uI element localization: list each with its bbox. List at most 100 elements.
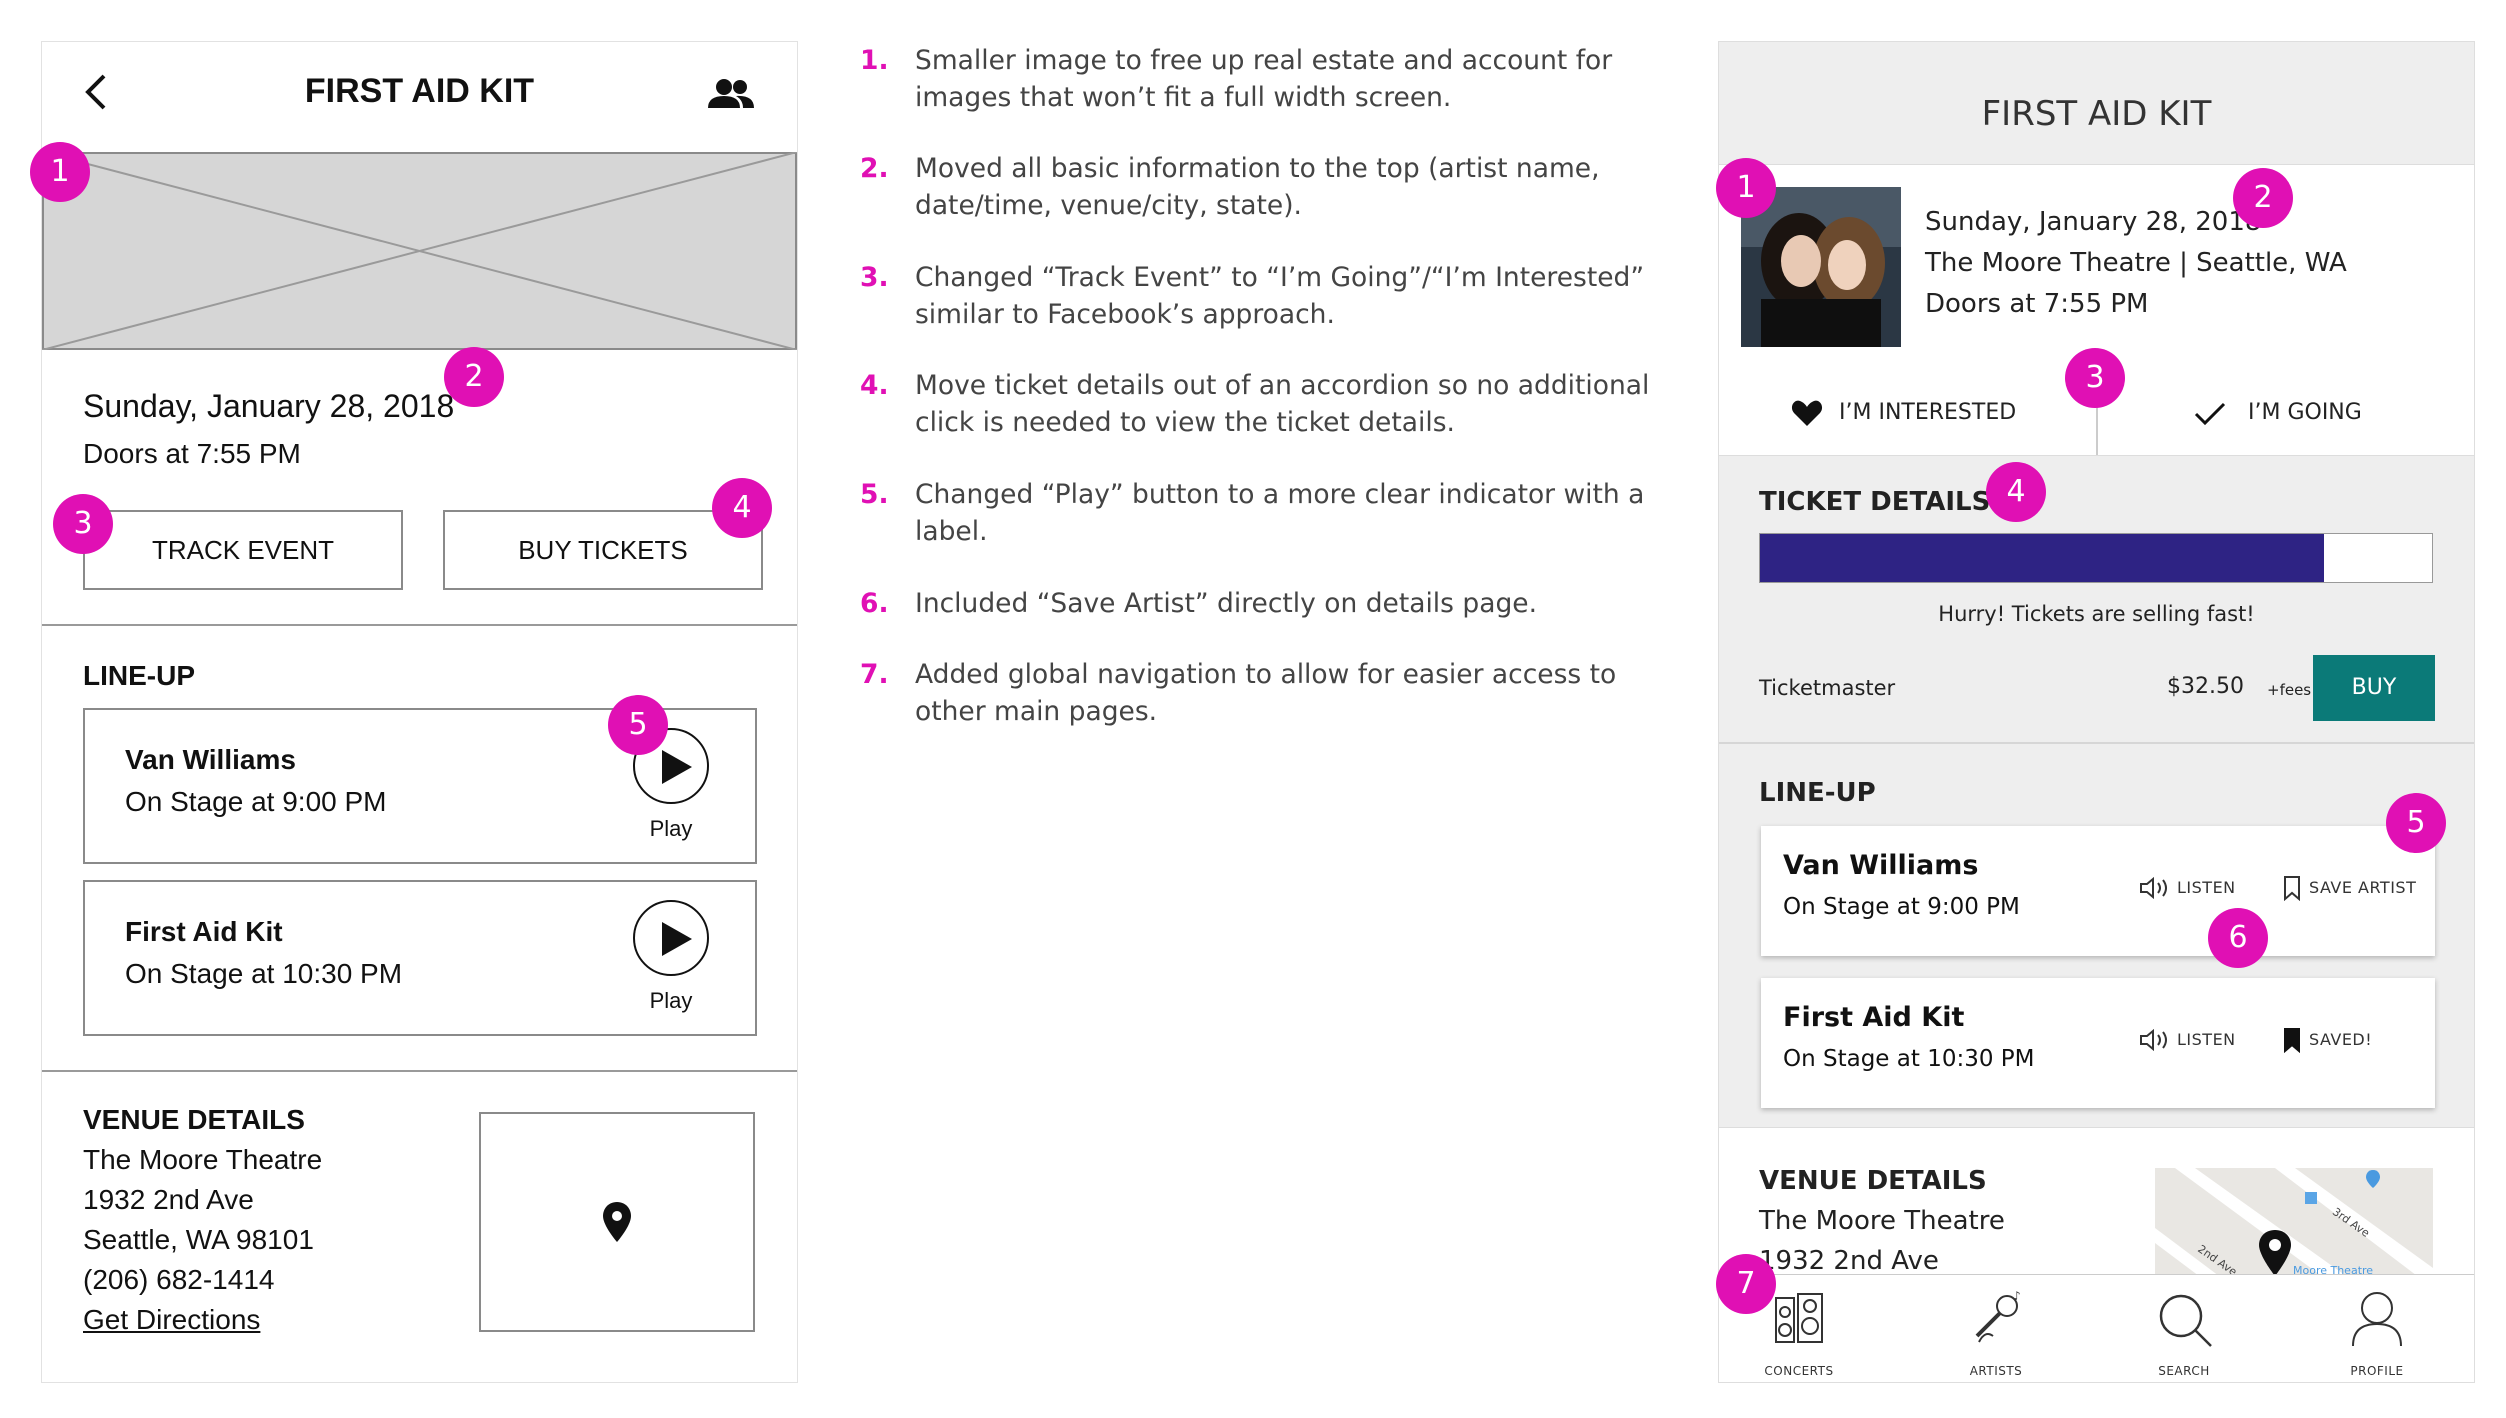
venue-line: 1932 2nd Ave	[83, 1184, 254, 1215]
note-text: Move ticket details out of an accordion …	[915, 370, 1650, 438]
annotation-badge: 5	[608, 695, 668, 755]
note-text: Included “Save Artist” directly on detai…	[915, 588, 1538, 619]
note-number: 4.	[860, 370, 889, 401]
search-icon[interactable]	[2157, 1292, 2213, 1348]
wire-doors: Doors at 7:55 PM	[83, 438, 301, 469]
mock-doors: Doors at 7:55 PM	[1925, 289, 2149, 319]
heart-icon	[1791, 400, 1823, 426]
artist-name: First Aid Kit	[1783, 1002, 1965, 1033]
mock-title: FIRST AID KIT	[1981, 94, 2212, 134]
check-icon	[2194, 402, 2226, 426]
stage-time: On Stage at 10:30 PM	[1783, 1046, 2035, 1072]
stage-time: On Stage at 9:00 PM	[125, 786, 387, 817]
divider	[1719, 742, 2474, 744]
venue-line: The Moore Theatre	[1759, 1206, 2005, 1236]
play-icon[interactable]	[633, 900, 709, 976]
venue-line: (206) 682-1414	[83, 1264, 275, 1295]
note-item: 5. Changed “Play” button to a more clear …	[860, 476, 1650, 550]
track-event-button[interactable]: TRACK EVENT	[83, 510, 403, 590]
profile-icon[interactable]	[2349, 1290, 2405, 1348]
going-button[interactable]: I’M GOING	[2098, 369, 2474, 455]
artist-name: Van Williams	[125, 744, 296, 775]
annotation-badge: 4	[712, 478, 772, 538]
annotation-badge: 7	[1716, 1254, 1776, 1314]
annotation-badge: 4	[1986, 462, 2046, 522]
svg-text:♪: ♪	[2013, 1290, 2021, 1303]
mock-venue-city: The Moore Theatre | Seattle, WA	[1925, 248, 2347, 278]
save-artist-label[interactable]: SAVE ARTIST	[2309, 878, 2416, 897]
divider	[42, 1070, 797, 1072]
venue-map[interactable]: 2nd Ave 3rd Ave Moore Theatre	[2155, 1168, 2433, 1288]
wireframe-screen: FIRST AID KIT Sunday, January 28, 2018 D…	[41, 41, 798, 1383]
lineup-card: First Aid Kit On Stage at 10:30 PM LISTE…	[1761, 978, 2435, 1108]
get-directions-link[interactable]: Get Directions	[83, 1304, 260, 1336]
annotation-badge: 1	[1716, 158, 1776, 218]
annotation-badge: 2	[2233, 168, 2293, 228]
note-text: Moved all basic information to the top (…	[915, 153, 1600, 221]
note-text: Smaller image to free up real estate and…	[915, 45, 1613, 113]
annotation-badge: 2	[444, 347, 504, 407]
note-item: 4. Move ticket details out of an accordio…	[860, 367, 1650, 441]
ticket-sales-progress	[1759, 533, 2433, 583]
stage-time: On Stage at 10:30 PM	[125, 958, 403, 989]
ticket-details-title: TICKET DETAILS	[1759, 487, 1991, 517]
note-text: Added global navigation to allow for eas…	[915, 659, 1617, 727]
note-number: 3.	[860, 262, 889, 293]
map-pin-icon	[2259, 1230, 2291, 1276]
note-item: 2. Moved all basic information to the top…	[860, 150, 1650, 224]
note-number: 1.	[860, 45, 889, 76]
mock-venue-title: VENUE DETAILS	[1759, 1166, 1987, 1196]
event-info-section: Sunday, January 28, 2018 The Moore Theat…	[1719, 164, 2474, 370]
wire-date: Sunday, January 28, 2018	[83, 388, 455, 424]
nav-concerts[interactable]: CONCERTS	[1724, 1364, 1874, 1378]
speaker-icon[interactable]	[2139, 1029, 2173, 1051]
listen-label[interactable]: LISTEN	[2177, 1030, 2236, 1049]
stage-time: On Stage at 9:00 PM	[1783, 894, 2020, 920]
note-item: 7. Added global navigation to allow for e…	[860, 656, 1650, 730]
nav-profile[interactable]: PROFILE	[2302, 1364, 2452, 1378]
ticket-price: $32.50	[2167, 674, 2244, 699]
listen-label[interactable]: LISTEN	[2177, 878, 2236, 897]
speaker-icon[interactable]	[2139, 877, 2173, 899]
mock-lineup-title: LINE-UP	[1759, 778, 1876, 808]
mockup-screen: FIRST AID KIT Sunday, January 28, 2018 T…	[1718, 41, 2475, 1383]
group-icon[interactable]	[706, 78, 756, 110]
bookmark-outline-icon[interactable]	[2283, 875, 2301, 901]
ticket-fees: +fees	[2267, 681, 2312, 699]
nav-artists[interactable]: ARTISTS	[1921, 1364, 2071, 1378]
note-text: Changed “Play” button to a more clear in…	[915, 479, 1645, 547]
map-placeholder[interactable]	[479, 1112, 755, 1332]
interested-button[interactable]: I’M INTERESTED	[1719, 369, 2096, 455]
nav-search[interactable]: SEARCH	[2109, 1364, 2259, 1378]
venue-line: Seattle, WA 98101	[83, 1224, 314, 1255]
saved-label[interactable]: SAVED!	[2309, 1030, 2372, 1049]
selling-fast-text: Hurry! Tickets are selling fast!	[1938, 602, 2255, 626]
lineup-card: Van Williams On Stage at 9:00 PM LISTEN …	[1761, 826, 2435, 956]
note-number: 5.	[860, 479, 889, 510]
concerts-speaker-icon[interactable]	[1774, 1292, 1824, 1346]
wire-title: FIRST AID KIT	[304, 72, 535, 110]
annotation-badge: 6	[2208, 908, 2268, 968]
map-pin-icon	[603, 1202, 631, 1242]
artists-microphone-icon[interactable]: ♪	[1969, 1290, 2025, 1346]
going-label: I’M GOING	[2248, 400, 2362, 425]
play-label: Play	[649, 816, 693, 841]
annotation-badge: 3	[53, 494, 113, 554]
note-number: 7.	[860, 659, 889, 690]
note-item: 1. Smaller image to free up real estate a…	[860, 42, 1650, 116]
annotation-badge: 3	[2065, 348, 2125, 408]
image-placeholder	[42, 152, 797, 350]
artist-name: Van Williams	[1783, 850, 1979, 881]
bookmark-filled-icon[interactable]	[2283, 1027, 2301, 1053]
interested-label: I’M INTERESTED	[1839, 400, 2017, 425]
annotation-badge: 1	[30, 142, 90, 202]
note-item: 3. Changed “Track Event” to “I’m Going”/“…	[860, 259, 1650, 333]
buy-button[interactable]: BUY	[2313, 655, 2435, 721]
mock-date: Sunday, January 28, 2018	[1925, 207, 2262, 237]
annotation-badge: 5	[2386, 793, 2446, 853]
note-item: 6. Included “Save Artist” directly on det…	[860, 585, 1650, 622]
play-label: Play	[649, 988, 693, 1013]
lineup-card: First Aid Kit On Stage at 10:30 PM Play	[83, 880, 757, 1036]
progress-fill	[1760, 534, 2325, 582]
note-text: Changed “Track Event” to “I’m Going”/“I’…	[915, 262, 1645, 330]
